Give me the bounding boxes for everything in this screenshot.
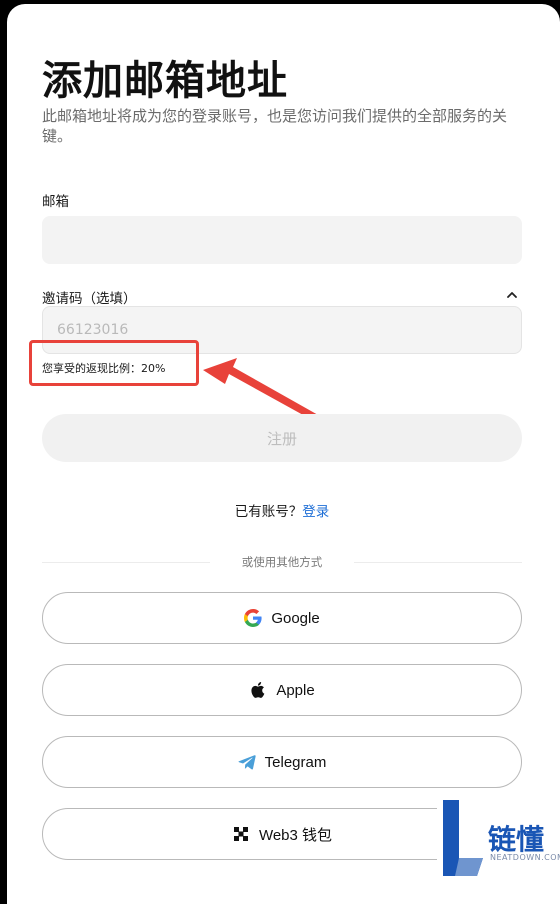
telegram-icon <box>238 755 256 770</box>
email-field-wrapper <box>42 216 522 264</box>
email-label: 邮箱 <box>42 194 69 210</box>
apple-icon <box>251 682 265 698</box>
google-login-button[interactable]: Google <box>42 592 522 644</box>
login-prompt-text: 已有账号？ <box>234 504 303 520</box>
watermark-name: 链懂 <box>488 823 545 856</box>
apple-login-label: Apple <box>276 681 315 699</box>
apple-login-button[interactable]: Apple <box>42 664 522 716</box>
watermark-sub: NEATDOWN.COM <box>490 853 560 862</box>
google-login-label: Google <box>271 609 320 627</box>
web3-wallet-icon <box>233 827 248 841</box>
telegram-login-button[interactable]: Telegram <box>42 736 522 788</box>
watermark-logo-icon <box>443 800 483 876</box>
page-title: 添加邮箱地址 <box>42 58 288 104</box>
telegram-login-label: Telegram <box>264 753 327 771</box>
email-field[interactable] <box>43 217 521 263</box>
register-button[interactable]: 注册 <box>42 414 522 462</box>
invite-code-label: 邀请码（选填） <box>42 291 137 307</box>
divider-right <box>354 562 522 563</box>
chevron-up-icon[interactable] <box>504 287 520 303</box>
web3-wallet-login-label: Web3 钱包 <box>258 826 333 844</box>
page-subtitle: 此邮箱地址将成为您的登录账号，也是您访问我们提供的全部服务的关键。 <box>42 107 508 145</box>
login-link[interactable]: 登录 <box>302 504 329 520</box>
login-prompt: 已有账号？登录 <box>0 500 560 520</box>
google-icon <box>244 609 262 627</box>
rebate-rate-text: 您享受的返现比例：20% <box>42 362 166 375</box>
